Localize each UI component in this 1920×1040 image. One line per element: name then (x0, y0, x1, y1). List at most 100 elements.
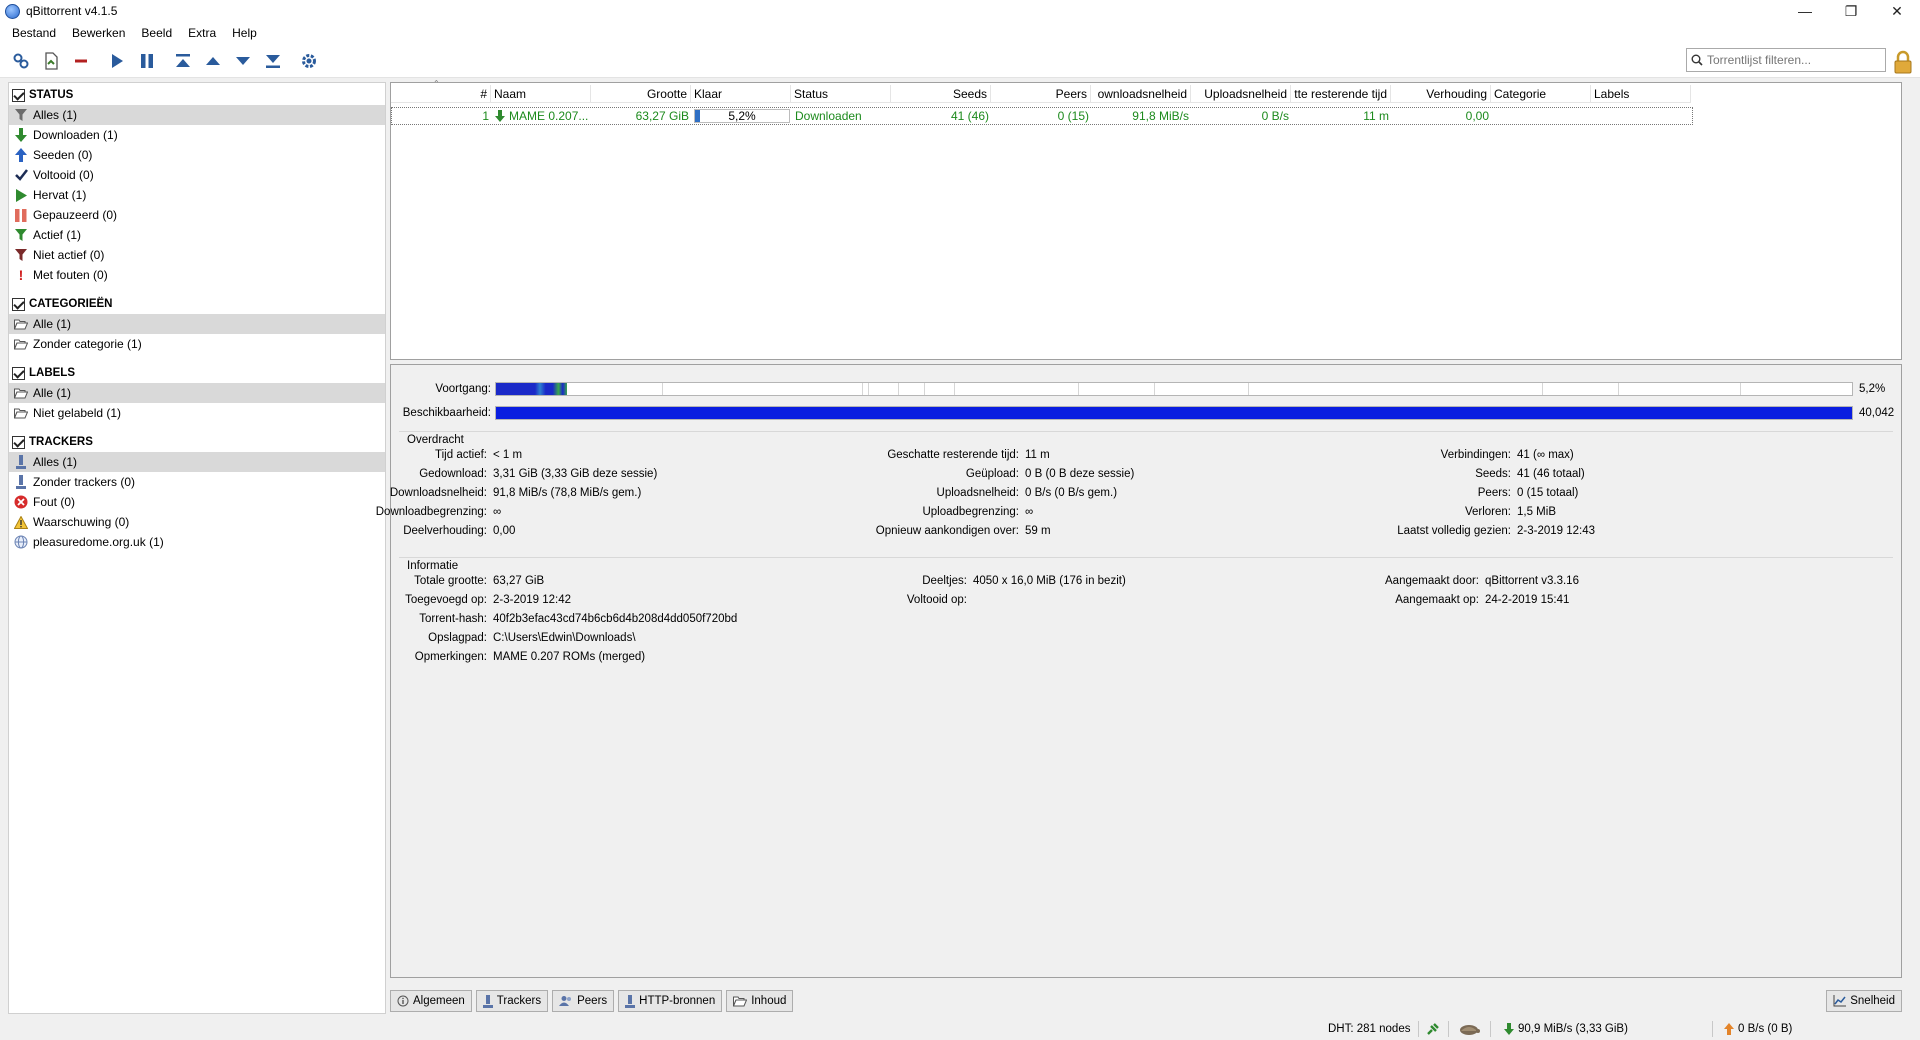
download-limit-label: Downloadbegrenzing: (375, 506, 487, 518)
created-by-label: Aangemaakt door: (1385, 575, 1479, 587)
folder-open-icon (733, 996, 748, 1006)
move-up-button[interactable] (198, 47, 228, 75)
column-header-labels[interactable]: Labels (1591, 85, 1691, 103)
categories-section-checkbox[interactable] (12, 297, 25, 311)
menu-beeld[interactable]: Beeld (133, 26, 180, 40)
search-icon (1691, 54, 1703, 66)
share-ratio-value: 0,00 (493, 525, 516, 537)
move-down-button[interactable] (228, 47, 258, 75)
tracker-item-pleasuredome[interactable]: pleasuredome.org.uk (1) (9, 532, 385, 552)
torrent-filter-box[interactable] (1686, 48, 1886, 72)
upload-limit-value: ∞ (1025, 506, 1034, 518)
tracker-icon (13, 454, 29, 470)
torrent-hash-label: Torrent-hash: (419, 613, 487, 625)
column-header-status[interactable]: Status (791, 85, 891, 103)
delete-torrent-button[interactable] (66, 47, 96, 75)
tab-content[interactable]: Inhoud (726, 990, 794, 1012)
label-item-all[interactable]: Alle (1) (9, 383, 385, 403)
tracker-item-warning[interactable]: Waarschuwing (0) (9, 512, 385, 532)
created-on-value: 24-2-2019 15:41 (1485, 594, 1570, 606)
move-bottom-button[interactable] (258, 47, 288, 75)
lock-icon[interactable] (1892, 50, 1914, 74)
reannounce-label: Opnieuw aankondigen over: (875, 525, 1019, 537)
status-item-paused[interactable]: Gepauzeerd (0) (9, 205, 385, 225)
comment-value: MAME 0.207 ROMs (merged) (493, 651, 646, 663)
options-button[interactable] (294, 47, 324, 75)
column-header-category[interactable]: Categorie (1491, 85, 1591, 103)
column-header-download-speed[interactable]: ownloadsnelheid (1091, 85, 1191, 103)
properties-panel: Voortgang: 5,2% Beschikbaarheid: 40,042 … (376, 364, 1902, 978)
column-header-upload-speed[interactable]: Uploadsnelheid (1191, 85, 1291, 103)
status-item-downloading[interactable]: Downloaden (1) (9, 125, 385, 145)
status-item-active[interactable]: Actief (1) (9, 225, 385, 245)
resume-button[interactable] (102, 47, 132, 75)
category-item-all[interactable]: Alle (1) (9, 314, 385, 334)
move-down-icon (236, 56, 250, 65)
trackers-section-checkbox[interactable] (12, 435, 25, 449)
status-item-errored[interactable]: ! Met fouten (0) (9, 265, 385, 285)
labels-section-checkbox[interactable] (12, 366, 25, 380)
tracker-item-all[interactable]: Alles (1) (9, 452, 385, 472)
menu-extra[interactable]: Extra (180, 26, 224, 40)
label-item-untagged[interactable]: Niet gelabeld (1) (9, 403, 385, 423)
close-button[interactable]: ✕ (1874, 0, 1920, 22)
eta-value: 11 m (1025, 449, 1050, 461)
title-bar: qBittorrent v4.1.5 — ❐ ✕ (0, 0, 1920, 22)
tab-trackers[interactable]: Trackers (475, 990, 549, 1012)
eta-label: Geschatte resterende tijd: (887, 449, 1019, 461)
tracker-item-trackerless[interactable]: Zonder trackers (0) (9, 472, 385, 492)
column-header-size[interactable]: Grootte (591, 85, 691, 103)
peers-value: 0 (15 totaal) (1517, 487, 1579, 499)
tab-general[interactable]: Algemeen (390, 990, 472, 1012)
row-name: MAME 0.207... (509, 109, 589, 123)
tab-http-sources[interactable]: HTTP-bronnen (618, 990, 723, 1012)
category-item-uncategorized[interactable]: Zonder categorie (1) (9, 334, 385, 354)
peers-label: Peers: (1477, 487, 1511, 499)
status-item-completed[interactable]: Voltooid (0) (9, 165, 385, 185)
status-section-checkbox[interactable] (12, 88, 25, 102)
table-row[interactable]: 1 MAME 0.207... 63,27 GiB 5,2% Downloade… (391, 107, 1693, 125)
save-path-value: C:\Users\Edwin\Downloads\ (493, 632, 636, 644)
availability-value: 40,042 (1859, 407, 1895, 419)
row-progress-text: 5,2% (728, 109, 756, 123)
column-header-eta[interactable]: tte resterende tijd (1291, 85, 1391, 103)
column-header-ratio[interactable]: Verhouding (1391, 85, 1491, 103)
menu-bestand[interactable]: Bestand (4, 26, 64, 40)
trackers-section-header[interactable]: TRACKERS (9, 432, 385, 452)
column-header-progress[interactable]: Klaar (691, 85, 791, 103)
move-top-button[interactable] (168, 47, 198, 75)
row-number: 1 (482, 109, 489, 123)
torrent-filter-input[interactable] (1707, 53, 1877, 67)
tab-peers[interactable]: Peers (552, 990, 615, 1012)
tracker-item-error[interactable]: Fout (0) (9, 492, 385, 512)
seeds-value: 41 (46 totaal) (1517, 468, 1585, 480)
status-item-resumed[interactable]: Hervat (1) (9, 185, 385, 205)
menu-bewerken[interactable]: Bewerken (64, 26, 133, 40)
column-header-name[interactable]: Naam (491, 85, 591, 103)
status-item-inactive[interactable]: Niet actief (0) (9, 245, 385, 265)
minimize-button[interactable]: — (1782, 0, 1828, 22)
menu-help[interactable]: Help (224, 26, 265, 40)
status-section-header[interactable]: STATUS (9, 85, 385, 105)
column-header-seeds[interactable]: Seeds (891, 85, 991, 103)
row-peers: 0 (15) (1057, 109, 1089, 123)
status-item-all[interactable]: Alles (1) (9, 105, 385, 125)
filter-green-icon (13, 227, 29, 243)
connection-status-icon[interactable] (1426, 1021, 1440, 1037)
add-torrent-link-button[interactable] (6, 47, 36, 75)
toolbar (0, 44, 1920, 78)
upload-limit-label: Uploadbegrenzing: (922, 506, 1019, 518)
restore-button[interactable]: ❐ (1828, 0, 1874, 22)
tab-speed[interactable]: Snelheid (1826, 990, 1902, 1012)
categories-section-header[interactable]: CATEGORIEËN (9, 294, 385, 314)
globe-icon (13, 534, 29, 550)
labels-section-header[interactable]: LABELS (9, 363, 385, 383)
alt-speed-toggle-icon[interactable] (1458, 1021, 1480, 1037)
add-torrent-file-button[interactable] (36, 47, 66, 75)
column-header-number[interactable]: # (391, 85, 491, 103)
column-header-peers[interactable]: Peers (991, 85, 1091, 103)
menu-bar: Bestand Bewerken Beeld Extra Help (0, 22, 1920, 44)
status-item-seeding[interactable]: Seeden (0) (9, 145, 385, 165)
tracker-icon (13, 474, 29, 490)
pause-button[interactable] (132, 47, 162, 75)
